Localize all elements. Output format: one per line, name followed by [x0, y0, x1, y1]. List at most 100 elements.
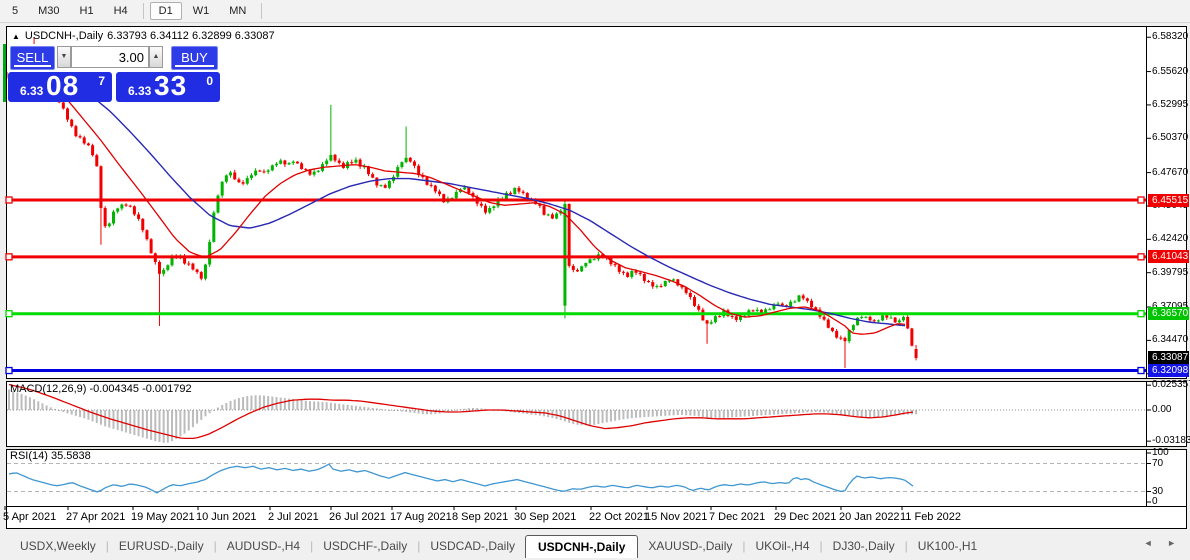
candle-body: [380, 185, 383, 186]
macd-histogram-bar: [25, 396, 27, 410]
candle-body: [229, 172, 232, 175]
candle-body: [375, 178, 378, 186]
tab-dj30-daily[interactable]: DJ30-,Daily: [823, 535, 905, 557]
macd-histogram-bar: [794, 410, 796, 413]
macd-histogram-bar: [280, 398, 282, 410]
tab-ukoil-h4[interactable]: UKOil-,H4: [746, 535, 820, 557]
buy-button[interactable]: BUY: [171, 46, 218, 70]
candle-body: [70, 120, 73, 127]
tab-eurusd-daily[interactable]: EURUSD-,Daily: [109, 535, 214, 557]
candle-body: [145, 230, 148, 239]
macd-histogram-bar: [614, 410, 616, 421]
price-axis-label: 6.58320: [1152, 31, 1188, 43]
macd-histogram-bar: [129, 410, 131, 434]
date-axis-label: 5 Apr 2021: [3, 511, 56, 523]
macd-histogram-bar: [163, 410, 165, 443]
tab-uk100-h1[interactable]: UK100-,H1: [908, 535, 987, 557]
macd-histogram-bar: [133, 410, 135, 435]
buy-price-prefix: 6.33: [128, 84, 151, 98]
volume-decrease-button[interactable]: ▼: [57, 46, 71, 68]
tab-usdchf-daily[interactable]: USDCHF-,Daily: [313, 535, 417, 557]
candle-body: [133, 206, 136, 214]
tab-audusd-h4[interactable]: AUDUSD-,H4: [217, 535, 310, 557]
candle-body: [793, 302, 796, 303]
collapse-triangle-icon[interactable]: ▲: [12, 32, 20, 41]
candle-body: [576, 270, 579, 271]
buy-price-panel[interactable]: 6.33 33 0: [116, 72, 220, 102]
macd-histogram-bar: [602, 410, 604, 423]
line-anchor-handle[interactable]: [1138, 311, 1144, 317]
line-anchor-handle[interactable]: [1138, 368, 1144, 374]
line-anchor-handle[interactable]: [1138, 197, 1144, 203]
macd-histogram-bar: [698, 410, 700, 416]
candle-body: [898, 320, 901, 322]
candle-body: [438, 191, 441, 194]
macd-histogram-bar: [756, 410, 758, 416]
candle-body: [166, 265, 169, 270]
macd-axis-label: 0.00: [1152, 404, 1171, 416]
candle-body: [116, 208, 119, 211]
candle-body: [338, 161, 341, 163]
candle-body: [584, 263, 587, 266]
candle-body: [517, 188, 520, 192]
macd-histogram-bar: [685, 410, 687, 415]
macd-histogram-bar: [50, 407, 52, 410]
candle-body: [480, 204, 483, 206]
candle-body: [137, 214, 140, 218]
macd-histogram-bar: [673, 410, 675, 415]
line-anchor-handle[interactable]: [6, 254, 12, 260]
candle-body: [217, 196, 220, 213]
tab-xauusd-daily[interactable]: XAUUSD-,Daily: [638, 535, 742, 557]
candle-body: [710, 322, 713, 323]
main-macd-splitter[interactable]: [6, 378, 1187, 382]
candle-body: [827, 320, 830, 328]
candle-body: [563, 204, 566, 306]
candle-body: [664, 281, 667, 286]
candle-body: [697, 306, 700, 310]
candle-body: [848, 330, 851, 341]
candle-body: [864, 317, 867, 318]
candle-body: [714, 316, 717, 322]
macd-histogram-bar: [597, 410, 599, 424]
line-anchor-handle[interactable]: [6, 368, 12, 374]
candle-body: [204, 265, 207, 279]
date-axis-label: 26 Jul 2021: [329, 511, 386, 523]
candle-body: [384, 185, 387, 188]
macd-histogram-bar: [271, 397, 273, 410]
candle-body: [79, 136, 82, 137]
one-click-trading-panel: SELL ▼ ▲ BUY 6.33 08 7 6.33 33 0: [8, 44, 220, 102]
macd-histogram-bar: [710, 410, 712, 418]
date-axis-label: 11 Feb 2022: [900, 511, 961, 523]
date-axis-label: 8 Sep 2021: [452, 511, 508, 523]
tab-usdcad-daily[interactable]: USDCAD-,Daily: [420, 535, 525, 557]
candle-body: [455, 192, 458, 198]
volume-input[interactable]: [71, 46, 149, 68]
macd-histogram-bar: [238, 398, 240, 410]
candle-body: [672, 279, 675, 280]
macd-histogram-bar: [347, 405, 349, 410]
macd-histogram-bar: [648, 410, 650, 417]
macd-histogram-bar: [188, 410, 190, 431]
candle-body: [910, 328, 913, 345]
tab-scroll-arrows[interactable]: ◄ ►: [1144, 538, 1182, 548]
sell-button[interactable]: SELL: [10, 46, 55, 70]
macd-histogram-bar: [104, 410, 106, 426]
sell-price-panel[interactable]: 6.33 08 7: [8, 72, 112, 102]
candle-body: [802, 295, 805, 298]
macd-histogram-bar: [67, 410, 69, 413]
line-anchor-handle[interactable]: [6, 311, 12, 317]
candle-body: [308, 170, 311, 175]
candle-body: [237, 179, 240, 182]
candle-body: [283, 160, 286, 164]
line-anchor-handle[interactable]: [1138, 254, 1144, 260]
date-axis-label: 2 Jul 2021: [268, 511, 319, 523]
macd-histogram-bar: [242, 397, 244, 410]
macd-histogram-bar: [622, 410, 624, 419]
volume-increase-button[interactable]: ▲: [149, 46, 163, 68]
support-line-badge: 6.36570: [1148, 307, 1189, 320]
tab-usdcnh-daily[interactable]: USDCNH-,Daily: [525, 535, 638, 558]
macd-rsi-splitter[interactable]: [6, 446, 1187, 450]
line-anchor-handle[interactable]: [6, 197, 12, 203]
tab-usdx-weekly[interactable]: USDX,Weekly: [10, 535, 106, 557]
macd-histogram-bar: [41, 403, 43, 410]
